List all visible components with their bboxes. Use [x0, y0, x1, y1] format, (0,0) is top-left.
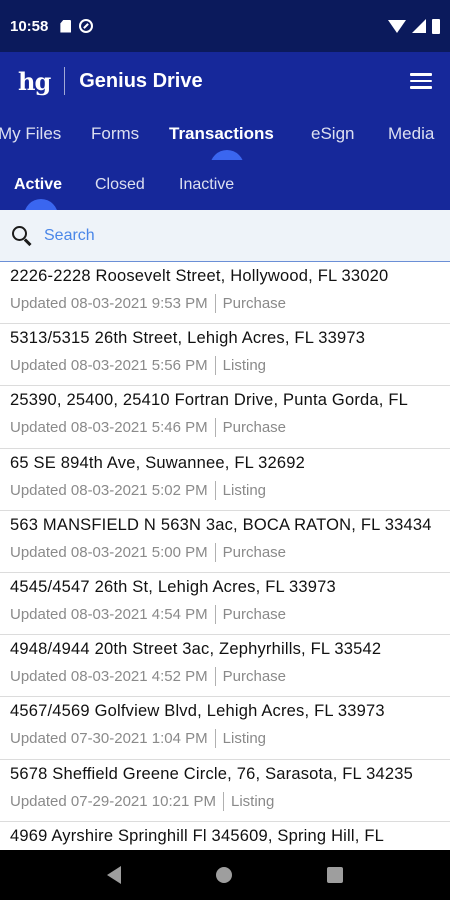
search-bar	[0, 210, 450, 262]
transaction-type: Listing	[222, 481, 266, 499]
transaction-type: Listing	[230, 792, 275, 810]
app-header: hg Genius Drive	[0, 52, 450, 110]
hamburger-menu-icon[interactable]	[410, 73, 432, 89]
transaction-row[interactable]: 563 MANSFIELD N 563N 3ac, BOCA RATON, FL…	[0, 511, 450, 573]
transaction-updated: Updated 08-03-2021 5:00 PM	[10, 543, 208, 561]
transaction-updated: Updated 08-03-2021 5:46 PM	[10, 419, 208, 437]
status-tab-bar: Active Closed Inactive	[0, 160, 450, 210]
transaction-updated: Updated 08-03-2021 4:54 PM	[10, 605, 208, 623]
status-time: 10:58	[10, 17, 49, 35]
status-bar: 10:58	[0, 0, 450, 52]
transaction-row[interactable]: 4948/4944 20th Street 3ac, Zephyrhills, …	[0, 635, 450, 698]
meta-divider	[214, 356, 216, 376]
tab-active[interactable]: Active	[14, 176, 62, 194]
meta-divider	[214, 542, 216, 562]
transaction-row[interactable]: 4969 Ayrshire Springhill Fl 345609, Spri…	[0, 822, 450, 850]
tab-esign[interactable]: eSign	[311, 124, 354, 144]
search-icon	[12, 225, 32, 246]
back-icon[interactable]	[107, 866, 122, 884]
cell-signal-icon	[412, 19, 426, 33]
meta-divider	[214, 729, 216, 749]
transaction-address: 4567/4569 Golfview Blvd, Lehigh Acres, F…	[10, 702, 385, 721]
transaction-updated: Updated 08-03-2021 4:52 PM	[10, 668, 208, 686]
tab-forms[interactable]: Forms	[91, 124, 139, 144]
recent-apps-icon[interactable]	[326, 867, 343, 883]
transaction-updated: Updated 07-30-2021 1:04 PM	[10, 730, 208, 748]
meta-divider	[214, 480, 216, 500]
meta-divider	[214, 294, 216, 313]
wifi-icon	[388, 19, 406, 33]
app-title: Genius Drive	[79, 69, 203, 92]
transaction-row[interactable]: 5313/5315 26th Street, Lehigh Acres, FL …	[0, 324, 450, 387]
transaction-address: 5313/5315 26th Street, Lehigh Acres, FL …	[10, 329, 366, 348]
transaction-type: Purchase	[222, 543, 287, 561]
transaction-updated: Updated 08-03-2021 9:53 PM	[10, 295, 208, 312]
transaction-address: 2226-2228 Roosevelt Street, Hollywood, F…	[10, 267, 389, 285]
transaction-address: 4545/4547 26th St, Lehigh Acres, FL 3397…	[10, 577, 336, 596]
search-input[interactable]	[44, 226, 424, 245]
transaction-list: 2226-2228 Roosevelt Street, Hollywood, F…	[0, 262, 450, 850]
transaction-row[interactable]: 4545/4547 26th St, Lehigh Acres, FL 3397…	[0, 573, 450, 636]
transaction-row[interactable]: 25390, 25400, 25410 Fortran Drive, Punta…	[0, 386, 450, 449]
transaction-address: 5678 Sheffield Greene Circle, 76, Saraso…	[10, 764, 413, 783]
transaction-updated: Updated 08-03-2021 5:56 PM	[10, 357, 208, 375]
transaction-address: 65 SE 894th Ave, Suwannee, FL 32692	[10, 453, 306, 472]
transaction-address: 4969 Ayrshire Springhill Fl 345609, Spri…	[10, 826, 385, 845]
tab-closed[interactable]: Closed	[95, 176, 145, 194]
home-icon[interactable]	[215, 867, 232, 883]
tab-my-files[interactable]: My Files	[0, 124, 61, 144]
transaction-updated: Updated 07-29-2021 10:21 PM	[10, 792, 216, 810]
meta-divider	[214, 604, 216, 624]
app-logo: hg	[18, 66, 51, 96]
tab-transactions[interactable]: Transactions	[169, 124, 274, 144]
transaction-address: 4948/4944 20th Street 3ac, Zephyrhills, …	[10, 640, 382, 659]
transaction-type: Purchase	[222, 605, 287, 623]
transaction-type: Purchase	[222, 419, 287, 437]
meta-divider	[214, 667, 216, 687]
transaction-updated: Updated 08-03-2021 5:02 PM	[10, 481, 208, 499]
transaction-address: 563 MANSFIELD N 563N 3ac, BOCA RATON, FL…	[10, 515, 432, 534]
battery-icon	[432, 18, 440, 34]
system-nav-bar	[0, 850, 450, 900]
transaction-type: Purchase	[222, 668, 287, 686]
do-not-disturb-icon	[79, 19, 94, 33]
transaction-type: Purchase	[222, 295, 287, 312]
sd-card-icon	[60, 19, 72, 33]
meta-divider	[222, 791, 224, 811]
transaction-type: Listing	[222, 357, 266, 375]
transaction-row[interactable]: 65 SE 894th Ave, Suwannee, FL 32692 Upda…	[0, 449, 450, 511]
tab-media[interactable]: Media	[388, 124, 434, 144]
transaction-address: 25390, 25400, 25410 Fortran Drive, Punta…	[10, 391, 408, 410]
tab-inactive[interactable]: Inactive	[179, 176, 234, 194]
transaction-type: Listing	[222, 730, 266, 748]
transaction-row[interactable]: 4567/4569 Golfview Blvd, Lehigh Acres, F…	[0, 697, 450, 760]
transaction-row[interactable]: 5678 Sheffield Greene Circle, 76, Saraso…	[0, 760, 450, 822]
meta-divider	[214, 418, 216, 438]
transaction-row[interactable]: 2226-2228 Roosevelt Street, Hollywood, F…	[0, 262, 450, 325]
logo-divider	[64, 67, 66, 95]
